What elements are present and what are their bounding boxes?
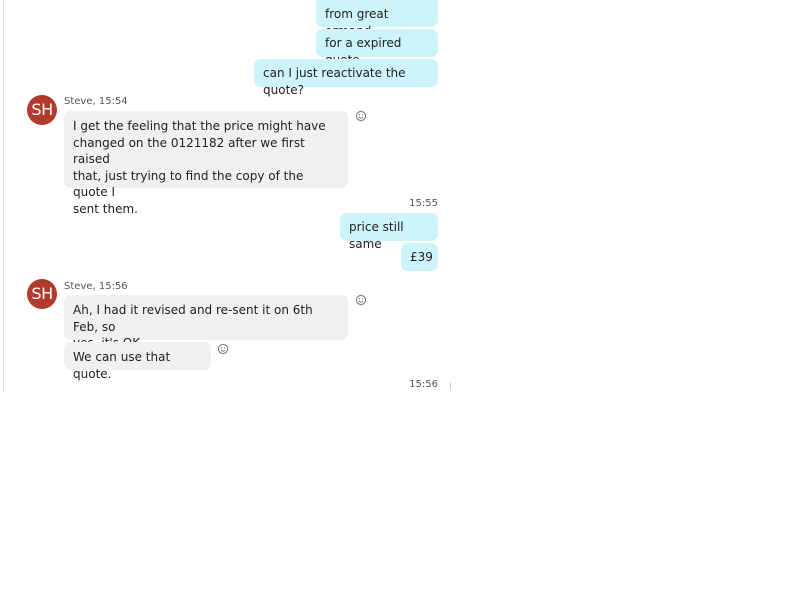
sender-timestamp: Steve, 15:54 <box>64 96 128 107</box>
incoming-message[interactable]: Ah, I had it revised and re-sent it on 6… <box>64 295 348 350</box>
outgoing-message[interactable]: can I just reactivate the quote? <box>254 59 438 97</box>
message-timestamp: 15:56 <box>409 379 438 390</box>
avatar[interactable]: SH <box>27 279 57 309</box>
smiley-icon[interactable] <box>217 343 229 355</box>
outgoing-message[interactable]: price still same <box>340 213 438 251</box>
smiley-icon[interactable] <box>355 294 367 306</box>
message-timestamp: 15:55 <box>409 198 438 209</box>
incoming-message[interactable]: I get the feeling that the price might h… <box>64 111 348 216</box>
outgoing-message[interactable]: for a expired quote <box>316 29 438 67</box>
sender-timestamp: Steve, 15:56 <box>64 281 128 292</box>
scrollbar[interactable] <box>450 383 451 389</box>
chat-conversation: from great ormand for a expired quote ca… <box>0 0 454 391</box>
outgoing-message[interactable]: £39 <box>401 243 438 271</box>
pane-divider <box>3 0 4 391</box>
avatar[interactable]: SH <box>27 95 57 125</box>
outgoing-message[interactable]: from great ormand <box>316 0 438 38</box>
smiley-icon[interactable] <box>355 110 367 122</box>
incoming-message[interactable]: We can use that quote. <box>64 342 211 381</box>
